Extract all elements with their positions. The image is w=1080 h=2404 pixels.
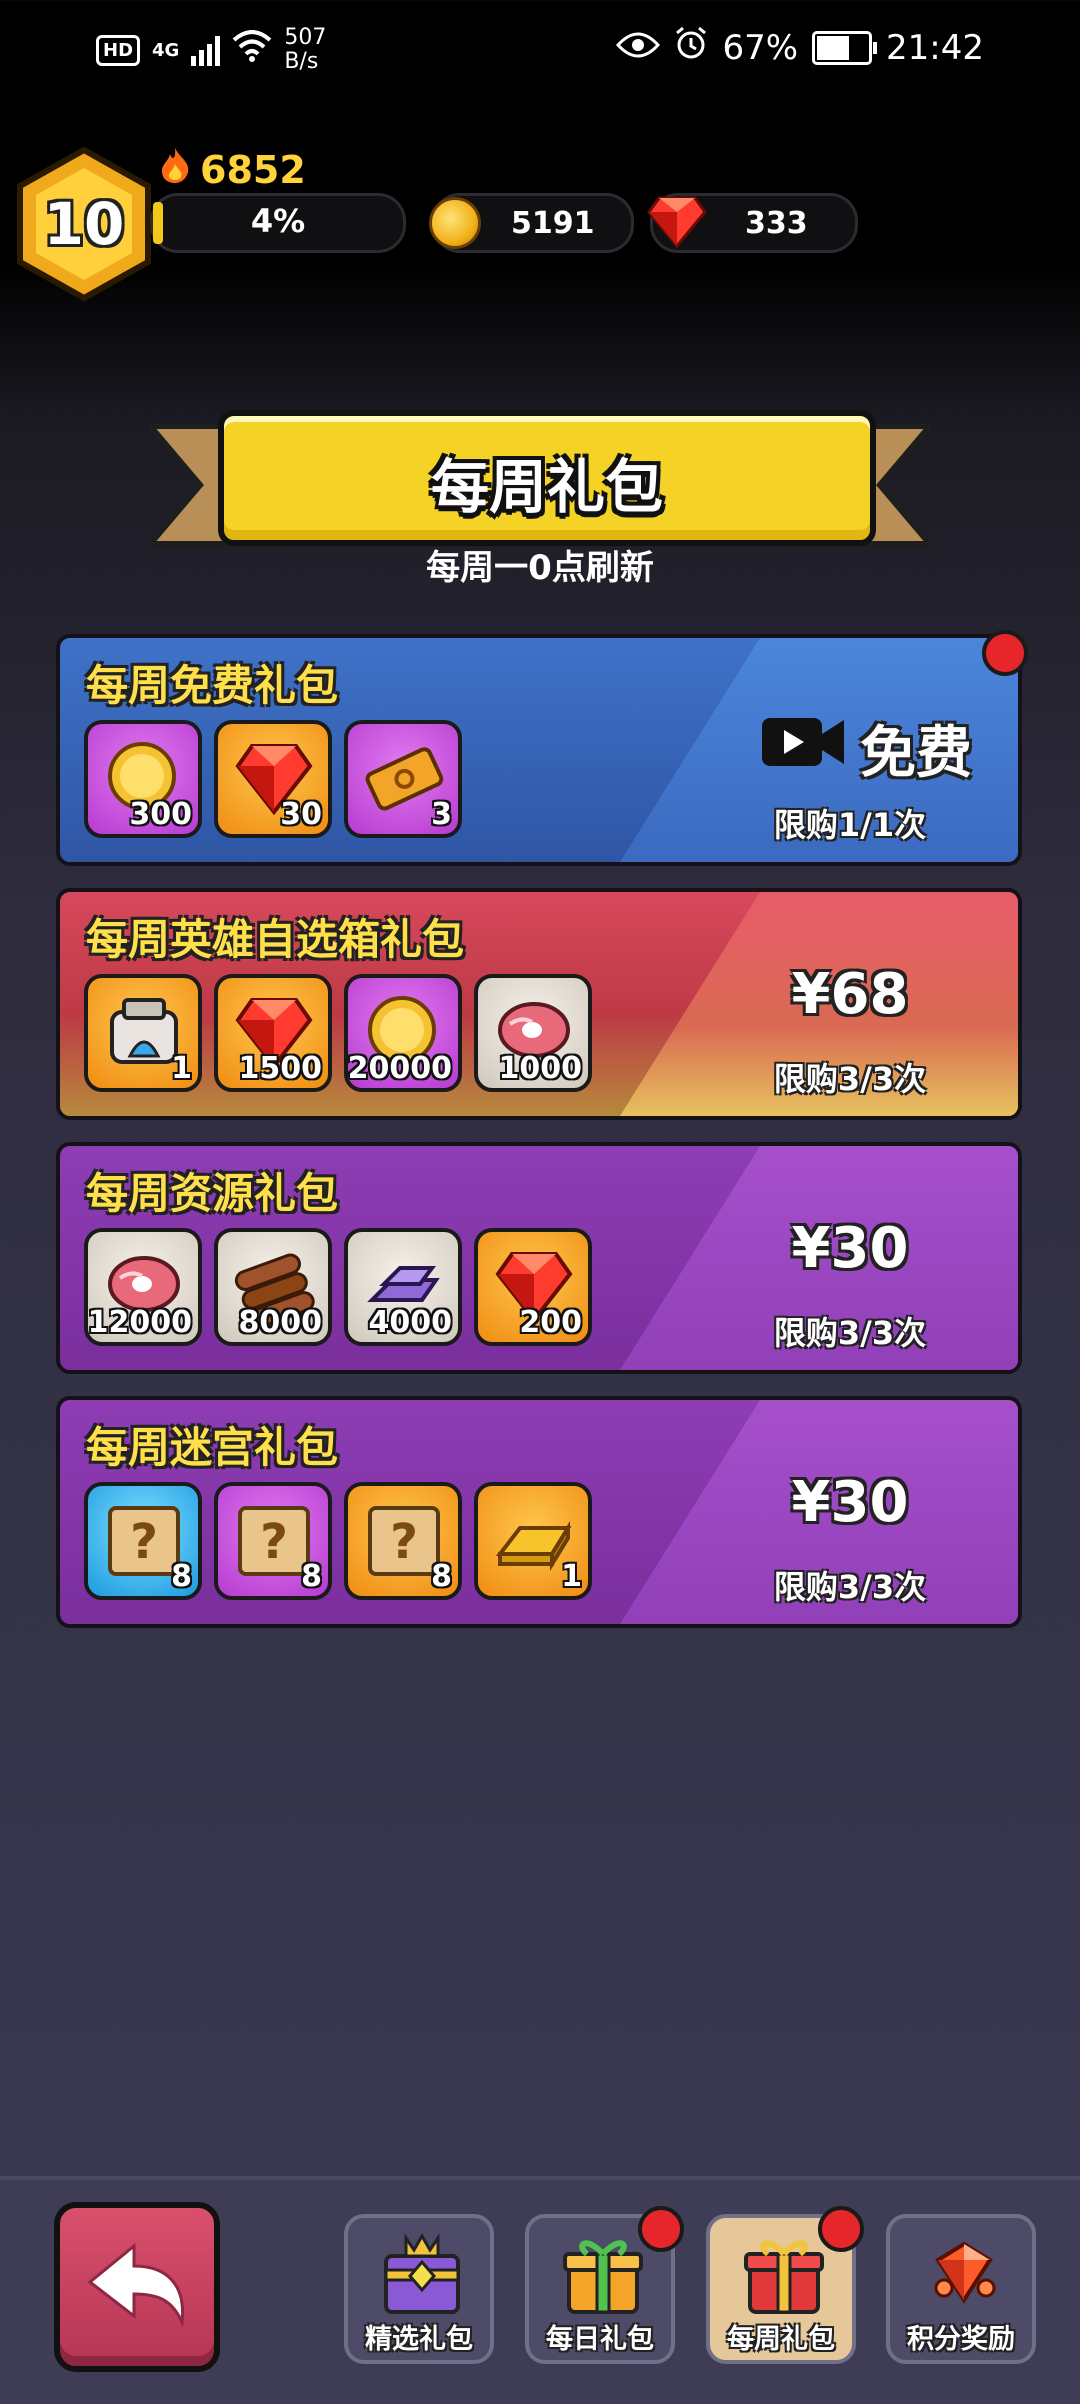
- price-button[interactable]: ¥68: [700, 962, 1000, 1027]
- purchase-limit: 限购3/3次: [773, 1568, 927, 1606]
- back-arrow-icon: [82, 2238, 192, 2342]
- tab-label: 每周礼包: [727, 2324, 835, 2355]
- pack-items: ? 8 ? 8 ? 8 1: [84, 1482, 592, 1600]
- reward-item[interactable]: 12000: [84, 1228, 202, 1346]
- reward-qty: 300: [129, 797, 192, 832]
- reward-item[interactable]: 1500: [214, 974, 332, 1092]
- reward-item[interactable]: 200: [474, 1228, 592, 1346]
- pack-items: 300 30 3: [84, 720, 462, 838]
- player-level-badge[interactable]: 10: [14, 146, 154, 302]
- reward-item[interactable]: ? 8: [344, 1482, 462, 1600]
- featured-chest-icon: [376, 2230, 468, 2322]
- notification-dot: [982, 630, 1028, 676]
- gem-counter[interactable]: 333: [647, 193, 858, 256]
- reward-item[interactable]: 4000: [344, 1228, 462, 1346]
- reward-qty: 20000: [347, 1051, 452, 1086]
- exp-bar: 4%: [150, 193, 406, 253]
- reward-qty: 12000: [87, 1305, 192, 1340]
- svg-text:?: ?: [260, 1514, 288, 1570]
- tab-featured-packs[interactable]: 精选礼包: [344, 2214, 494, 2364]
- tab-points-rewards[interactable]: 积分奖励: [886, 2214, 1036, 2364]
- coin-counter[interactable]: 5191: [429, 193, 634, 253]
- tab-label: 精选礼包: [365, 2324, 473, 2355]
- power-display: 6852: [158, 146, 306, 193]
- player-level: 10: [43, 190, 125, 258]
- pack-title: 每周英雄自选箱礼包: [86, 915, 465, 964]
- red-gift-box-icon: [738, 2230, 830, 2322]
- reward-qty: 1: [171, 1051, 192, 1086]
- tab-label: 每日礼包: [546, 2324, 654, 2355]
- price-button[interactable]: ¥30: [700, 1216, 1000, 1281]
- reward-qty: 30: [280, 797, 322, 832]
- reward-qty: 8: [431, 1559, 452, 1594]
- pack-title: 每周免费礼包: [86, 661, 339, 710]
- purchase-limit: 限购3/3次: [773, 1060, 927, 1098]
- reward-item[interactable]: ? 8: [214, 1482, 332, 1600]
- reward-item[interactable]: ? 8: [84, 1482, 202, 1600]
- refresh-note: 每周一0点刷新: [426, 548, 654, 588]
- reward-item[interactable]: 1000: [474, 974, 592, 1092]
- notification-dot: [638, 2206, 684, 2252]
- notification-dot: [818, 2206, 864, 2252]
- reward-item[interactable]: 300: [84, 720, 202, 838]
- status-bar: HD 4G 507 B/s 67% 21:42: [0, 0, 1080, 100]
- video-camera-icon: [760, 712, 846, 786]
- hd-indicator: HD: [96, 34, 141, 66]
- reward-qty: 1: [561, 1559, 582, 1594]
- signal-icon: [191, 34, 221, 66]
- free-label: 免费: [860, 721, 972, 786]
- free-claim-button[interactable]: 免费: [760, 708, 972, 789]
- reward-item[interactable]: 1: [474, 1482, 592, 1600]
- pack-items: 12000 8000 4000 200: [84, 1228, 592, 1346]
- reward-item[interactable]: 20000: [344, 974, 462, 1092]
- tab-label: 积分奖励: [907, 2324, 1015, 2355]
- gold-coin-icon: [429, 197, 481, 249]
- pack-card-weekly-free[interactable]: 每周免费礼包 300 30 3 免费 限购1/1次: [56, 634, 1022, 866]
- pack-items: 1 1500 20000 1000: [84, 974, 592, 1092]
- reward-qty: 1000: [498, 1051, 583, 1086]
- pack-title: 每周迷宫礼包: [86, 1423, 339, 1472]
- svg-text:?: ?: [130, 1514, 158, 1570]
- reward-qty: 8: [171, 1559, 192, 1594]
- reward-qty: 8000: [238, 1305, 323, 1340]
- battery-icon: [812, 30, 878, 65]
- network-type: 4G: [152, 39, 180, 61]
- gift-box-icon: [557, 2230, 649, 2322]
- purchase-limit: 限购3/3次: [773, 1314, 927, 1352]
- pack-card-weekly-hero[interactable]: 每周英雄自选箱礼包 1 1500 20000 1000 ¥68 限购3/3次: [56, 888, 1022, 1120]
- reward-qty: 3: [431, 797, 452, 832]
- net-speed-value: 507: [284, 25, 327, 50]
- reward-qty: 4000: [368, 1305, 453, 1340]
- gem-cluster-icon: [918, 2230, 1010, 2322]
- price-button[interactable]: ¥30: [700, 1470, 1000, 1535]
- net-speed: 507 B/s: [284, 26, 326, 74]
- alarm-icon: [674, 26, 708, 69]
- reward-qty: 8: [301, 1559, 322, 1594]
- exp-percent: 4%: [250, 202, 306, 240]
- red-gem-icon: [647, 194, 707, 256]
- reward-qty: 1500: [238, 1051, 323, 1086]
- page-title-banner: 每周礼包: [218, 410, 876, 546]
- wifi-icon: [232, 30, 272, 70]
- pack-card-weekly-resource[interactable]: 每周资源礼包 12000 8000 4000 200 ¥30 限购3/3次: [56, 1142, 1022, 1374]
- back-button[interactable]: [54, 2202, 220, 2372]
- reward-item[interactable]: 8000: [214, 1228, 332, 1346]
- pack-title: 每周资源礼包: [86, 1169, 339, 1218]
- flame-icon: [158, 146, 192, 193]
- reward-qty: 200: [519, 1305, 582, 1340]
- gem-value: 333: [745, 206, 808, 241]
- eye-icon: [616, 28, 661, 68]
- battery-percent: 67%: [722, 27, 799, 68]
- reward-item[interactable]: 1: [84, 974, 202, 1092]
- svg-text:?: ?: [390, 1514, 418, 1570]
- reward-item[interactable]: 3: [344, 720, 462, 838]
- purchase-limit: 限购1/1次: [773, 806, 927, 844]
- coin-value: 5191: [511, 206, 595, 241]
- net-speed-unit: B/s: [284, 49, 319, 74]
- page-title: 每周礼包: [430, 453, 663, 521]
- clock: 21:42: [886, 27, 984, 68]
- power-value: 6852: [200, 147, 306, 192]
- pack-card-weekly-maze[interactable]: 每周迷宫礼包 ? 8 ? 8 ? 8 1 ¥30 限购3/3次: [56, 1396, 1022, 1628]
- reward-item[interactable]: 30: [214, 720, 332, 838]
